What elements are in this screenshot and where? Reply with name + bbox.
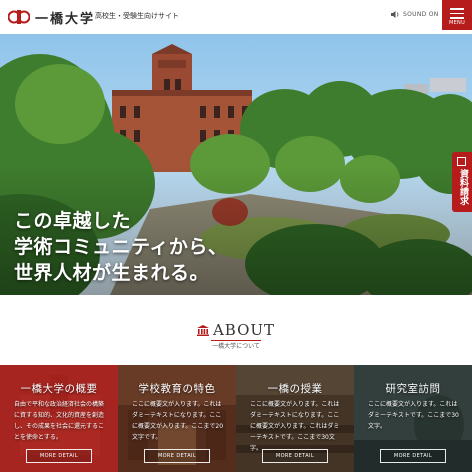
- card-classes[interactable]: 一橋の授業 ここに概要文が入ります。これはダミーテキストになります。ここに概要文…: [236, 365, 354, 472]
- document-request-button[interactable]: 資料請求: [452, 152, 472, 212]
- menu-button[interactable]: MENU: [442, 0, 472, 30]
- sound-toggle[interactable]: SOUND ON: [391, 11, 439, 18]
- university-logo-icon[interactable]: [8, 7, 30, 27]
- card-lab-visit[interactable]: 研究室訪問 ここに概要文が入ります。これはダミーテキストです。ここまで30文字。…: [354, 365, 472, 472]
- sound-label: SOUND ON: [403, 11, 439, 18]
- menu-label: MENU: [448, 20, 466, 26]
- card-education[interactable]: 学校教育の特色 ここに概要文が入ります。これはダミーテキストになります。ここに概…: [118, 365, 236, 472]
- hero-section: この卓越した 学術コミュニティから、 世界人材が生まれる。 資料請求: [0, 34, 472, 295]
- logo-subtitle: 高校生・受験生向けサイト: [95, 12, 179, 20]
- card-overview[interactable]: 一橋大学の概要 自由で平和な政治経済社会の構築に資する知的、文化的資産を創造し、…: [0, 365, 118, 472]
- card-classes-title: 一橋の授業: [267, 383, 323, 395]
- document-request-label: 資料請求: [458, 169, 468, 205]
- card-education-title: 学校教育の特色: [138, 383, 216, 395]
- card-classes-more-button[interactable]: MORE DETAIL: [262, 449, 328, 463]
- catch-line-2: 学術コミュニティから、: [14, 236, 228, 258]
- about-cards: 一橋大学の概要 自由で平和な政治経済社会の構築に資する知的、文化的資産を創造し、…: [0, 365, 472, 472]
- about-section: ABOUT 一橋大学について: [0, 295, 472, 365]
- card-education-text: ここに概要文が入ります。これはダミーテキストになります。ここに概要文が入ります。…: [132, 401, 224, 441]
- card-overview-text: 自由で平和な政治経済社会の構築に資する知的、文化的資産を創造し、その成果を社会に…: [14, 401, 105, 441]
- card-lab-visit-text: ここに概要文が入ります。これはダミーテキストです。ここまで30文字。: [368, 401, 459, 430]
- card-lab-visit-more-button[interactable]: MORE DETAIL: [380, 449, 446, 463]
- building-icon: [196, 325, 209, 336]
- card-overview-title: 一橋大学の概要: [20, 383, 98, 395]
- catch-line-1: この卓越した: [14, 210, 132, 232]
- catch-line-3: 世界人材が生まれる。: [14, 262, 210, 284]
- card-lab-visit-title: 研究室訪問: [385, 383, 441, 395]
- card-classes-text: ここに概要文が入ります。これはダミーテキストになります。ここに概要文が入ります。…: [250, 401, 340, 452]
- logo-text[interactable]: 一橋大学: [35, 8, 95, 27]
- about-heading: ABOUT: [0, 321, 472, 339]
- about-title: ABOUT: [212, 321, 276, 339]
- site-header: 一橋大学 高校生・受験生向けサイト SOUND ON MENU: [0, 0, 472, 34]
- hero-catchphrase: この卓越した 学術コミュニティから、 世界人材が生まれる。: [14, 208, 227, 286]
- speaker-icon: [391, 11, 399, 18]
- card-education-more-button[interactable]: MORE DETAIL: [144, 449, 210, 463]
- card-overview-more-button[interactable]: MORE DETAIL: [26, 449, 92, 463]
- document-icon: [457, 157, 466, 166]
- about-subtitle: 一橋大学について: [212, 343, 260, 350]
